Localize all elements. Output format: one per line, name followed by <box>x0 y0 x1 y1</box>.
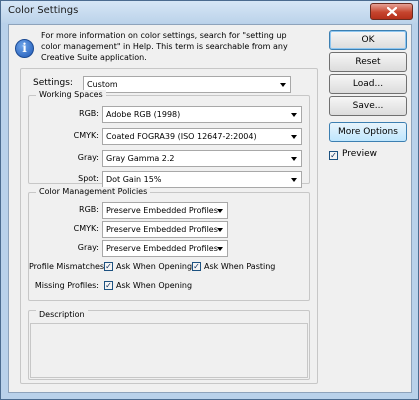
more-options-button[interactable]: More Options <box>329 122 407 142</box>
cmyk-policy-value: Preserve Embedded Profiles <box>106 225 218 234</box>
close-icon <box>386 7 397 16</box>
check-icon: ✓ <box>330 151 337 160</box>
check-icon: ✓ <box>105 281 112 290</box>
settings-dropdown[interactable]: Custom <box>83 76 291 93</box>
cmyk-working-dropdown[interactable]: Coated FOGRA39 (ISO 12647-2:2004) <box>102 128 302 145</box>
mismatch-ask-opening-label: Ask When Opening <box>116 262 193 271</box>
preview-checkbox[interactable]: ✓ <box>329 151 338 160</box>
policies-group: Color Management Policies RGB: Preserve … <box>28 187 310 301</box>
info-message: For more information on color settings, … <box>41 30 311 63</box>
cmyk-policy-label: CMYK: <box>73 224 99 233</box>
chevron-down-icon <box>291 113 297 117</box>
check-icon: ✓ <box>105 262 112 271</box>
cmyk-policy-dropdown[interactable]: Preserve Embedded Profiles <box>102 221 228 238</box>
gray-policy-dropdown[interactable]: Preserve Embedded Profiles <box>102 240 228 257</box>
title-bar[interactable]: Color Settings <box>1 1 418 23</box>
cmyk-working-value: Coated FOGRA39 (ISO 12647-2:2004) <box>106 132 257 141</box>
settings-value: Custom <box>87 80 118 89</box>
mismatch-ask-opening-checkbox[interactable]: ✓ <box>104 262 113 271</box>
chevron-down-icon <box>217 209 223 213</box>
window-title: Color Settings <box>8 5 79 16</box>
chevron-down-icon <box>217 247 223 251</box>
settings-label: Settings: <box>33 78 73 88</box>
settings-panel: Settings: Custom Working Spaces RGB: Ado… <box>20 68 318 384</box>
dialog-window: Color Settings i For more information on… <box>0 0 419 400</box>
rgb-working-dropdown[interactable]: Adobe RGB (1998) <box>102 106 302 123</box>
preview-label: Preview <box>342 149 378 159</box>
working-spaces-group: Working Spaces RGB: Adobe RGB (1998) CMY… <box>28 90 310 188</box>
cmyk-working-label: CMYK: <box>73 131 99 140</box>
spot-working-label: Spot: <box>78 174 99 183</box>
dialog-body: i For more information on color settings… <box>8 24 412 393</box>
description-group: Description <box>28 310 310 380</box>
save-button[interactable]: Save... <box>329 96 407 116</box>
mismatch-ask-pasting-checkbox[interactable]: ✓ <box>192 262 201 271</box>
info-line-1: For more information on color settings, … <box>41 31 287 40</box>
missing-ask-opening-label: Ask When Opening <box>116 281 193 290</box>
chevron-down-icon <box>291 157 297 161</box>
gray-policy-value: Preserve Embedded Profiles <box>106 244 218 253</box>
chevron-down-icon <box>217 228 223 232</box>
chevron-down-icon <box>291 178 297 182</box>
reset-button[interactable]: Reset <box>329 52 407 72</box>
description-area <box>30 323 308 378</box>
load-button[interactable]: Load... <box>329 74 407 94</box>
rgb-policy-dropdown[interactable]: Preserve Embedded Profiles <box>102 202 228 219</box>
chevron-down-icon <box>291 135 297 139</box>
rgb-working-label: RGB: <box>79 109 99 118</box>
gray-policy-label: Gray: <box>77 243 99 252</box>
check-icon: ✓ <box>193 262 200 271</box>
profile-mismatches-label: Profile Mismatches: <box>29 262 107 271</box>
info-line-3: Creative Suite application. <box>41 53 147 62</box>
close-button[interactable] <box>370 3 413 20</box>
gray-working-value: Gray Gamma 2.2 <box>106 154 175 163</box>
rgb-working-value: Adobe RGB (1998) <box>106 110 181 119</box>
gray-working-label: Gray: <box>77 153 99 162</box>
spot-working-value: Dot Gain 15% <box>106 175 162 184</box>
description-title: Description <box>36 310 88 319</box>
policies-title: Color Management Policies <box>36 187 151 196</box>
working-spaces-title: Working Spaces <box>36 90 106 99</box>
chevron-down-icon <box>280 83 286 87</box>
missing-profiles-label: Missing Profiles: <box>34 281 99 290</box>
missing-ask-opening-checkbox[interactable]: ✓ <box>104 281 113 290</box>
mismatch-ask-pasting-label: Ask When Pasting <box>204 262 276 271</box>
rgb-policy-value: Preserve Embedded Profiles <box>106 206 218 215</box>
info-icon: i <box>15 39 34 58</box>
ok-button[interactable]: OK <box>329 30 407 50</box>
rgb-policy-label: RGB: <box>79 205 99 214</box>
info-line-2: color management" in Help. This term is … <box>41 42 288 51</box>
spot-working-dropdown[interactable]: Dot Gain 15% <box>102 171 302 188</box>
gray-working-dropdown[interactable]: Gray Gamma 2.2 <box>102 150 302 167</box>
